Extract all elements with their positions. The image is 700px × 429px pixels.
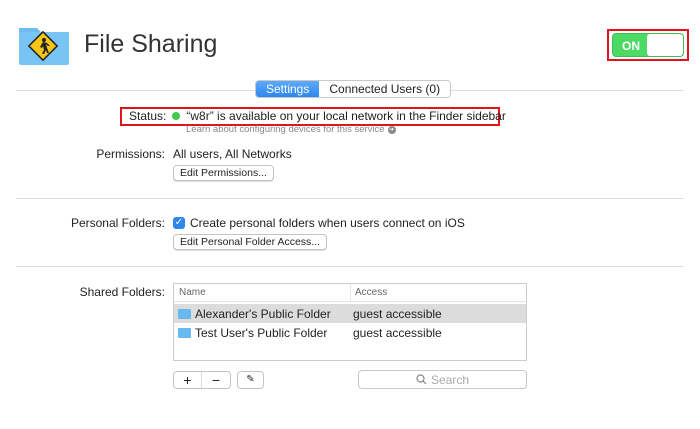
search-icon [416, 374, 427, 385]
table-row[interactable]: Test User's Public Folder guest accessib… [174, 323, 526, 342]
shared-folders-table: Name Access Alexander's Public Folder gu… [173, 283, 527, 361]
file-sharing-icon [18, 24, 70, 66]
edit-permissions-button[interactable]: Edit Permissions... [173, 165, 274, 181]
personal-folders-label: Personal Folders: [70, 216, 165, 230]
table-row[interactable]: Alexander's Public Folder guest accessib… [174, 304, 526, 323]
status-dot-icon [172, 112, 181, 120]
checkbox[interactable]: ✓ [173, 217, 185, 229]
divider [16, 198, 684, 199]
arrow-circle-icon: ➜ [387, 125, 396, 134]
tab-settings[interactable]: Settings [256, 81, 320, 97]
add-remove-control: + − [173, 371, 231, 389]
shared-folder-icon [178, 308, 191, 319]
tab-bar: Settings Connected Users (0) [255, 80, 452, 98]
toggle-knob[interactable] [647, 34, 683, 56]
column-name[interactable]: Name [174, 284, 350, 301]
edit-button[interactable]: ✎ [237, 371, 264, 389]
remove-button[interactable]: − [202, 372, 230, 388]
learn-link[interactable]: Learn about configuring devices for this… [186, 124, 396, 135]
learn-link-text: Learn about configuring devices for this… [186, 124, 385, 135]
personal-folders-checkbox-row[interactable]: ✓ Create personal folders when users con… [173, 216, 465, 230]
status-row: Status: “w8r” is available on your local… [129, 109, 506, 123]
toggle-label: ON [622, 39, 640, 53]
permissions-label: Permissions: [96, 147, 165, 161]
folder-name: Test User's Public Folder [195, 325, 328, 340]
status-label: Status: [129, 109, 167, 123]
checkbox-label: Create personal folders when users conne… [190, 216, 465, 230]
pencil-icon: ✎ [246, 374, 255, 385]
table-header: Name Access [174, 284, 526, 302]
folder-access: guest accessible [353, 306, 442, 321]
search-placeholder: Search [430, 372, 470, 387]
folder-access: guest accessible [353, 325, 442, 340]
shared-folders-label: Shared Folders: [79, 285, 165, 299]
divider [16, 266, 684, 267]
tab-connected-users[interactable]: Connected Users (0) [319, 81, 451, 97]
sharing-toggle[interactable]: ON [612, 33, 684, 57]
folder-icon [178, 327, 191, 338]
status-text: “w8r” is available on your local network… [186, 109, 506, 123]
folder-name: Alexander's Public Folder [195, 306, 331, 321]
add-button[interactable]: + [174, 372, 202, 388]
column-access[interactable]: Access [350, 284, 526, 301]
page-title: File Sharing [84, 30, 218, 58]
permissions-value: All users, All Networks [173, 147, 292, 161]
search-input[interactable]: Search [358, 370, 527, 389]
edit-personal-folder-access-button[interactable]: Edit Personal Folder Access... [173, 234, 328, 250]
